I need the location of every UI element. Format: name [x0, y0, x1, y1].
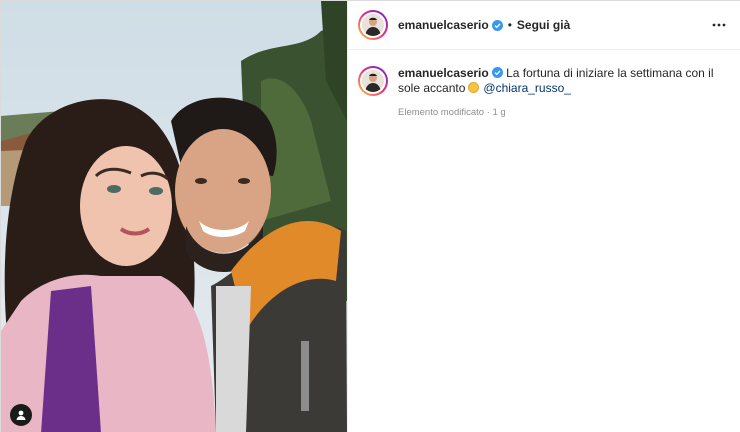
verified-badge-icon	[491, 19, 503, 31]
mention-link[interactable]: @chiara_russo_	[483, 81, 571, 95]
avatar[interactable]	[358, 10, 388, 40]
following-button[interactable]: Segui già	[517, 18, 570, 32]
header-separator: •	[507, 18, 512, 32]
caption-avatar[interactable]	[358, 66, 388, 96]
post-side-panel: emanuelcaserio • Segui già emanuelcaseri…	[347, 1, 740, 432]
photo-illustration	[1, 1, 347, 432]
post-meta: Elemento modificato · 1 g	[398, 107, 506, 118]
verified-badge-icon	[491, 67, 503, 78]
user-tag-icon[interactable]	[10, 404, 32, 426]
caption-body: emanuelcaserio La fortuna di iniziare la…	[398, 66, 727, 120]
caption-username[interactable]: emanuelcaserio	[398, 66, 489, 80]
post-header: emanuelcaserio • Segui già	[348, 1, 740, 50]
sun-emoji-icon	[468, 82, 480, 93]
instagram-post-modal: emanuelcaserio • Segui già emanuelcaseri…	[0, 0, 740, 432]
post-caption: emanuelcaserio La fortuna di iniziare la…	[348, 50, 740, 120]
more-options-icon[interactable]	[711, 17, 727, 33]
post-photo[interactable]	[1, 1, 347, 432]
header-username[interactable]: emanuelcaserio	[398, 18, 489, 32]
